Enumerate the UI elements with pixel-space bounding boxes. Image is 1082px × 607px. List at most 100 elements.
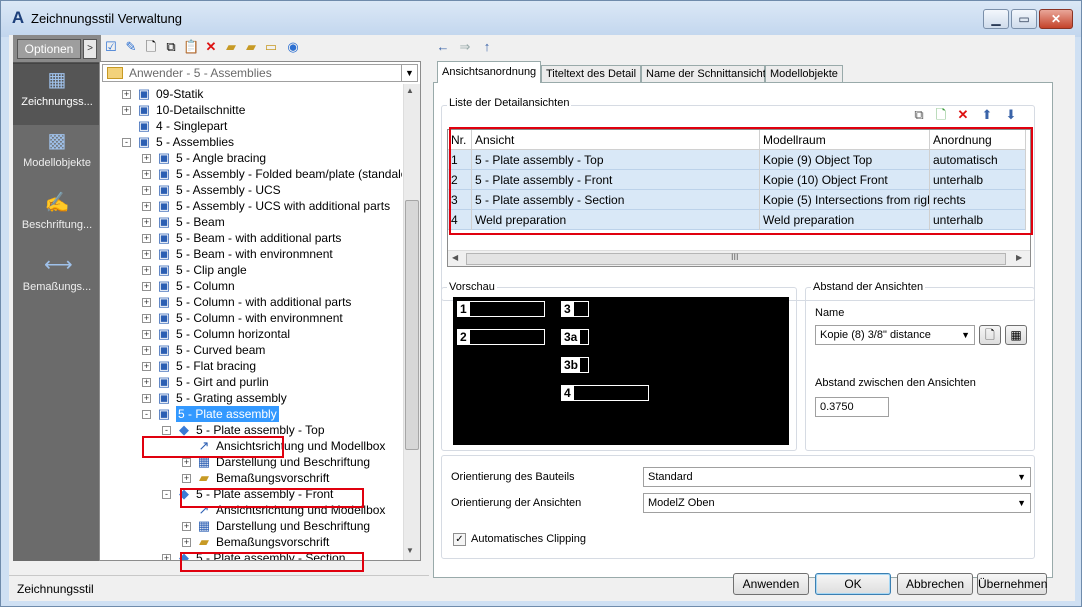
tree-node[interactable]: + ▣ 5 - Beam - with additional parts — [100, 230, 400, 246]
copy-row-icon[interactable]: ⧉ — [911, 107, 927, 123]
between-input[interactable]: 0.3750 — [815, 397, 889, 417]
tree-node[interactable]: - ▣ 5 - Plate assembly — [100, 406, 400, 422]
tree-node[interactable]: + ▣ 5 - Column - with additional parts — [100, 294, 400, 310]
tree-node[interactable]: + ▣ 09-Statik — [100, 86, 400, 102]
spacing-name-select[interactable]: Kopie (8) 3/8" distance ▼ — [815, 325, 975, 345]
palette-item-model-objects[interactable]: ▩ Modellobjekte — [13, 125, 101, 187]
up-arrow-icon[interactable]: ↑ — [479, 39, 495, 55]
delete-row-icon[interactable]: ✕ — [955, 107, 971, 123]
part-orientation-select[interactable]: Standard ▼ — [643, 467, 1031, 487]
table-hscrollbar[interactable]: ◀ III ▶ — [448, 250, 1030, 266]
new-spacing-button[interactable]: 🗋 — [979, 325, 1001, 345]
scroll-left-icon[interactable]: ◀ — [452, 253, 458, 262]
expand-icon[interactable]: + — [142, 202, 151, 211]
expand-icon[interactable]: + — [162, 554, 171, 560]
expand-icon[interactable]: + — [142, 298, 151, 307]
expand-icon[interactable]: + — [182, 522, 191, 531]
tab-model-objects[interactable]: Modellobjekte — [765, 65, 843, 83]
views-orientation-select[interactable]: ModelZ Oben ▼ — [643, 493, 1031, 513]
tree-root-combo[interactable]: Anwender - 5 - Assemblies ▼ — [102, 64, 418, 82]
tree-node[interactable]: + ▣ 5 - Column — [100, 278, 400, 294]
tab-detail-title[interactable]: Titeltext des Detail — [541, 65, 641, 83]
palette-item-dimension[interactable]: ⟷ Bemaßungs... — [13, 249, 101, 311]
tree-node[interactable]: ▣ 4 - Singlepart — [100, 118, 400, 134]
tree-node[interactable]: + ▣ 5 - Assembly - UCS — [100, 182, 400, 198]
scroll-right-icon[interactable]: ▶ — [1016, 253, 1022, 262]
expand-icon[interactable]: + — [142, 330, 151, 339]
tree-node[interactable]: + ▣ 5 - Beam - with environmnent — [100, 246, 400, 262]
tree-node[interactable]: + ▣ 5 - Clip angle — [100, 262, 400, 278]
tree-node[interactable]: + ▣ 5 - Grating assembly — [100, 390, 400, 406]
close-button[interactable]: ✕ — [1039, 9, 1073, 29]
tree-node[interactable]: + ▣ 5 - Assembly - Folded beam/plate (stan… — [100, 166, 402, 182]
expand-icon[interactable]: + — [142, 362, 151, 371]
checkbox-icon[interactable]: ☑ — [103, 39, 119, 55]
palette-item-drawing-style[interactable]: ▦ Zeichnungss... — [13, 63, 101, 125]
clipping-checkbox[interactable]: ✓ — [453, 533, 466, 546]
delete-icon[interactable]: ✕ — [203, 39, 219, 55]
expand-icon[interactable]: + — [182, 538, 191, 547]
expand-icon[interactable]: + — [142, 154, 151, 163]
palette-arrow-button[interactable]: > — [83, 39, 97, 59]
tab-view-arrangement[interactable]: Ansichtsanordnung — [437, 61, 541, 83]
move-up-icon[interactable]: ⬆ — [979, 107, 995, 123]
copy-icon[interactable]: ⧉ — [163, 39, 179, 55]
palette-item-annotation[interactable]: ✍ Beschriftung... — [13, 187, 101, 249]
paste-icon[interactable]: 📋 — [183, 39, 199, 55]
scroll-up-icon[interactable]: ▲ — [406, 86, 414, 95]
expand-icon[interactable]: + — [142, 170, 151, 179]
tab-section-name[interactable]: Name der Schnittansicht — [641, 65, 766, 83]
tree-node[interactable]: + ▣ 5 - Girt and purlin — [100, 374, 400, 390]
export-icon[interactable]: ▭ — [263, 39, 279, 55]
tree-node[interactable]: + ▰ Bemaßungsvorschrift — [100, 470, 400, 486]
options-button[interactable]: Optionen — [17, 39, 81, 59]
folder-icon[interactable]: ▰ — [223, 39, 239, 55]
expand-icon[interactable]: + — [142, 282, 151, 291]
scroll-down-icon[interactable]: ▼ — [406, 546, 414, 555]
expand-icon[interactable]: + — [142, 186, 151, 195]
collapse-icon[interactable]: - — [162, 490, 171, 499]
collapse-icon[interactable]: - — [122, 138, 131, 147]
expand-icon[interactable]: + — [122, 90, 131, 99]
tree-node[interactable]: + ▦ Darstellung und Beschriftung — [100, 518, 400, 534]
expand-icon[interactable]: + — [122, 106, 131, 115]
expand-icon[interactable]: + — [142, 266, 151, 275]
tree-node[interactable]: + ▣ 5 - Curved beam — [100, 342, 400, 358]
ok-button[interactable]: OK — [815, 573, 891, 595]
tree-node[interactable]: + ▰ Bemaßungsvorschrift — [100, 534, 400, 550]
expand-icon[interactable]: + — [142, 250, 151, 259]
new-icon[interactable]: 🗋 — [143, 39, 159, 55]
chevron-down-icon[interactable]: ▼ — [401, 65, 417, 81]
expand-icon[interactable]: + — [182, 474, 191, 483]
move-down-icon[interactable]: ⬇ — [1003, 107, 1019, 123]
expand-icon[interactable]: + — [142, 346, 151, 355]
expand-icon[interactable]: + — [142, 314, 151, 323]
back-arrow-icon[interactable]: ← — [435, 39, 451, 55]
tree-node[interactable]: + ▣ 5 - Flat bracing — [100, 358, 400, 374]
tree-node[interactable]: - ▣ 5 - Assemblies — [100, 134, 400, 150]
tree-node[interactable]: + ▣ 5 - Assembly - UCS with additional par… — [100, 198, 400, 214]
tree-node[interactable]: + ▣ 5 - Beam — [100, 214, 400, 230]
tree-node[interactable]: + ▣ 10-Detailschnitte — [100, 102, 400, 118]
edit-spacing-button[interactable]: ▦ — [1005, 325, 1027, 345]
tree-scrollbar[interactable]: ▲ ▼ — [403, 84, 420, 560]
edit-icon[interactable]: ✎ — [123, 39, 139, 55]
maximize-button[interactable]: ▭ — [1011, 9, 1037, 29]
collapse-icon[interactable]: - — [142, 410, 151, 419]
add-row-icon[interactable]: 🗋 — [933, 107, 949, 123]
expand-icon[interactable]: + — [142, 394, 151, 403]
folder-add-icon[interactable]: ▰ — [243, 39, 259, 55]
cancel-button[interactable]: Abbrechen — [897, 573, 973, 595]
collapse-icon[interactable]: - — [162, 426, 171, 435]
minimize-button[interactable]: ▁ — [983, 9, 1009, 29]
help-icon[interactable]: ◉ — [285, 39, 301, 55]
tree-node[interactable]: + ▣ 5 - Column horizontal — [100, 326, 400, 342]
scroll-thumb[interactable] — [405, 200, 419, 450]
apply-button[interactable]: Anwenden — [733, 573, 809, 595]
tree-node[interactable]: + ▣ 5 - Angle bracing — [100, 150, 400, 166]
expand-icon[interactable]: + — [142, 218, 151, 227]
expand-icon[interactable]: + — [142, 234, 151, 243]
tree-node[interactable]: + ▣ 5 - Column - with environmnent — [100, 310, 400, 326]
hscroll-thumb[interactable]: III — [466, 252, 1006, 265]
expand-icon[interactable]: + — [182, 458, 191, 467]
